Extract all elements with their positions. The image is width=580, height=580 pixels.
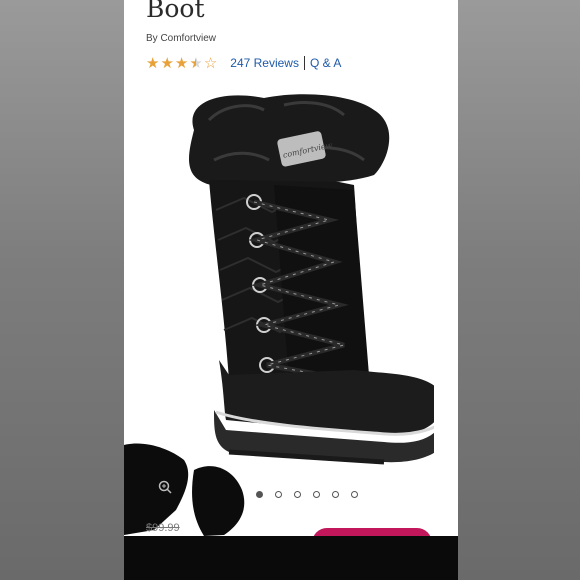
gallery-dot[interactable] bbox=[256, 491, 263, 498]
bottom-bar bbox=[124, 536, 458, 580]
background-left bbox=[0, 0, 124, 580]
background-right bbox=[458, 0, 580, 580]
gallery-dot[interactable] bbox=[294, 491, 301, 498]
gallery-dot[interactable] bbox=[275, 491, 282, 498]
gallery-pagination bbox=[256, 491, 370, 498]
original-price: $99.99 bbox=[146, 522, 180, 534]
gallery-dot[interactable] bbox=[313, 491, 320, 498]
gallery-dot[interactable] bbox=[332, 491, 339, 498]
product-panel: Boot By Comfortview ★ ★ ★ ★ ☆ 247 Review… bbox=[124, 0, 458, 580]
gallery-dot[interactable] bbox=[351, 491, 358, 498]
magnifier-icon[interactable] bbox=[158, 480, 172, 494]
